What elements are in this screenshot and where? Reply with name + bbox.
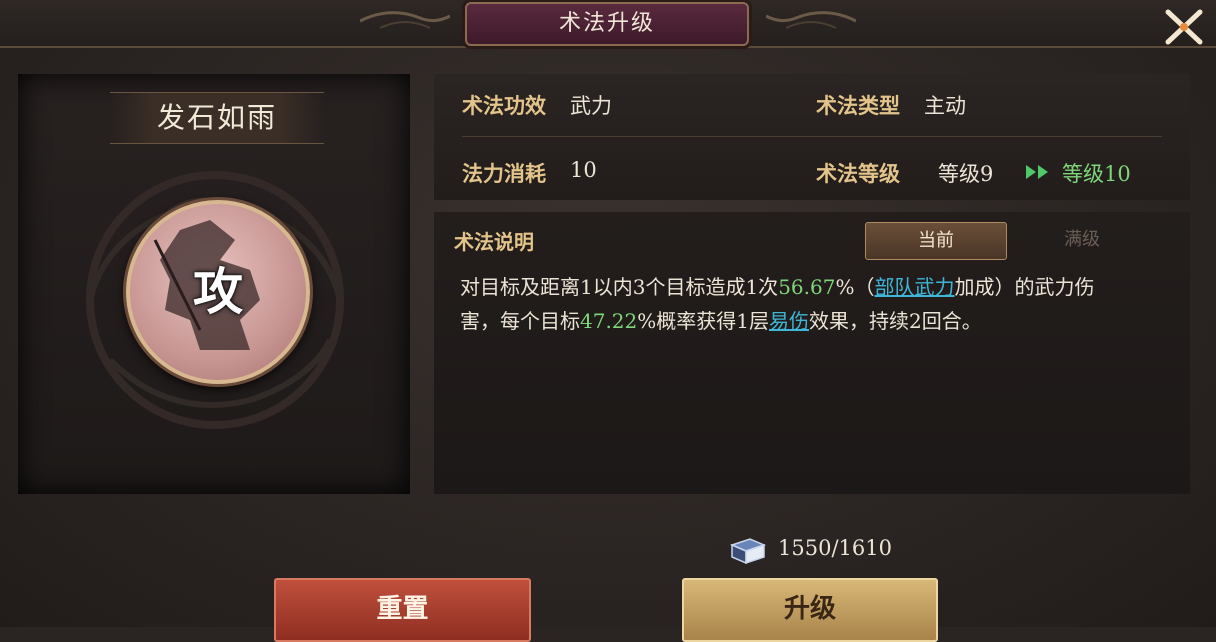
- emblem-glyph: 攻: [193, 262, 243, 321]
- book-count: 1550/1610: [778, 536, 892, 560]
- type-value: 主动: [924, 94, 966, 118]
- desc-text-segment: 害，每个目标: [460, 309, 580, 333]
- skill-name: 发石如雨: [156, 101, 277, 134]
- desc-text-segment: %（: [835, 275, 875, 299]
- tab-current[interactable]: 当前: [865, 222, 1007, 260]
- stats-divider: [462, 136, 1162, 137]
- troop-force-link[interactable]: 部队武力: [874, 275, 954, 299]
- cost-label: 法力消耗: [462, 161, 546, 186]
- cost-value: 10: [570, 158, 597, 182]
- desc-text-segment: 加成）的武力伤: [954, 275, 1095, 299]
- upgrade-button-label[interactable]: 升级: [682, 588, 938, 625]
- desc-text-segment: %概率获得1层: [637, 309, 769, 333]
- desc-text-segment: 对目标及距离1以内3个目标造成1次: [460, 275, 779, 299]
- level-next: 等级10: [1062, 162, 1131, 186]
- effect-value: 武力: [570, 94, 612, 118]
- description-text: 对目标及距离1以内3个目标造成1次56.67%（部队武力加成）的武力伤 害，每个…: [460, 270, 1174, 338]
- level-current: 等级9: [938, 162, 994, 186]
- tab-max-level[interactable]: 满级: [1012, 222, 1152, 258]
- level-label: 术法等级: [816, 161, 900, 186]
- desc-text-segment: 效果，持续2回合。: [809, 309, 982, 333]
- description-line-1: 对目标及距离1以内3个目标造成1次56.67%（部队武力加成）的武力伤: [460, 270, 1174, 304]
- page-title: 术法升级: [558, 11, 655, 36]
- reset-button-label[interactable]: 重置: [274, 588, 531, 625]
- skill-book-icon: [729, 538, 767, 565]
- description-title: 术法说明: [454, 230, 534, 254]
- header-ornament-left-icon: [360, 11, 450, 29]
- description-line-2: 害，每个目标47.22%概率获得1层易伤效果，持续2回合。: [460, 304, 1174, 338]
- damage-percent: 56.67: [778, 275, 836, 299]
- type-label: 术法类型: [816, 93, 900, 118]
- header-ornament-right-icon: [766, 11, 856, 29]
- close-icon[interactable]: [1160, 4, 1208, 50]
- chance-percent: 47.22: [580, 309, 638, 333]
- double-arrow-right-icon: [1026, 165, 1048, 179]
- vulnerable-link[interactable]: 易伤: [769, 309, 809, 333]
- effect-label: 术法功效: [462, 93, 546, 118]
